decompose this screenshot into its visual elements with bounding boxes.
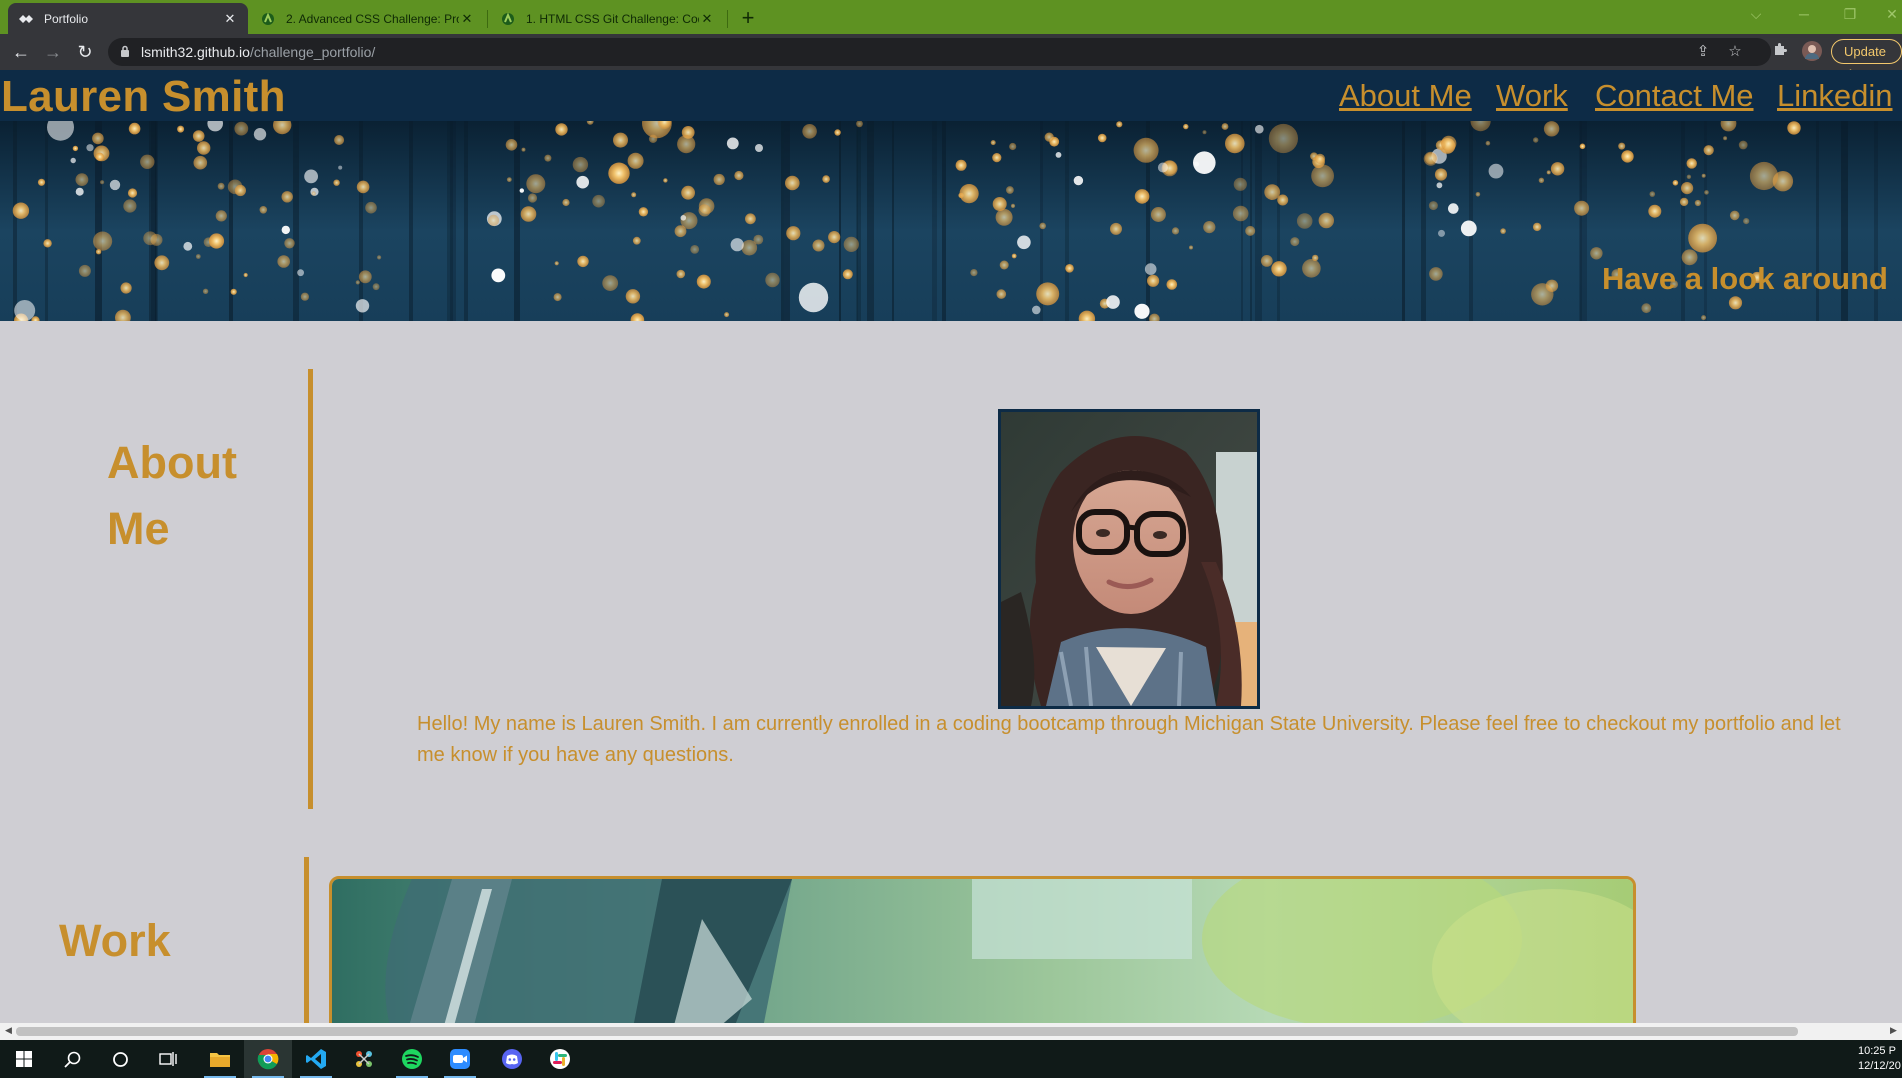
hero-tagline: Have a look around: [1602, 261, 1888, 296]
system-clock[interactable]: 10:25 P 12/12/20: [1858, 1044, 1902, 1074]
lock-icon[interactable]: [120, 45, 130, 63]
clock-time: 10:25 P: [1858, 1045, 1896, 1057]
profile-photo: [998, 409, 1260, 709]
cortana-icon[interactable]: [96, 1040, 144, 1078]
url-path: /challenge_portfolio/: [249, 44, 376, 60]
tab-portfolio[interactable]: Portfolio ✕: [8, 3, 248, 34]
update-button[interactable]: Update ⋮: [1831, 39, 1902, 82]
chrome-icon[interactable]: [244, 1040, 292, 1078]
nav-link-contact-me[interactable]: Contact Me: [1595, 78, 1754, 114]
work-heading: Work: [59, 915, 171, 966]
discord-icon[interactable]: [488, 1040, 536, 1078]
windows-start-icon[interactable]: [0, 1040, 48, 1078]
back-arrow-icon[interactable]: ←: [9, 40, 33, 64]
task-view-icon[interactable]: [144, 1040, 192, 1078]
github-favicon-icon: [18, 11, 34, 27]
search-icon[interactable]: [48, 1040, 96, 1078]
share-icon[interactable]: ⇪: [1692, 41, 1714, 63]
tab-divider: [487, 10, 488, 28]
close-tab-icon[interactable]: ✕: [459, 11, 475, 27]
restore-icon[interactable]: ❐: [1830, 0, 1870, 30]
about-divider-bar: [308, 369, 313, 809]
vscode-icon[interactable]: [292, 1040, 340, 1078]
bootcamp-favicon-icon: [260, 11, 276, 27]
clock-date: 12/12/20: [1858, 1060, 1901, 1072]
extensions-puzzle-icon[interactable]: [1769, 41, 1791, 63]
forward-arrow-icon[interactable]: →: [41, 40, 65, 64]
horizontal-scrollbar[interactable]: ◀ ▶: [0, 1023, 1902, 1040]
scrollbar-thumb[interactable]: [16, 1027, 1798, 1036]
url-text[interactable]: lsmith32.github.io/challenge_portfolio/: [141, 44, 375, 60]
scroll-right-arrow-icon[interactable]: ▶: [1890, 1025, 1897, 1036]
tab-title: 1. HTML CSS Git Challenge: Code: [526, 11, 699, 26]
tab-divider: [727, 10, 728, 28]
slack-icon[interactable]: [536, 1040, 584, 1078]
site-header: Lauren Smith About Me Work Contact Me Li…: [0, 70, 1902, 121]
update-label: Update: [1844, 44, 1886, 59]
windows-taskbar: 10:25 P 12/12/20: [0, 1040, 1902, 1078]
profile-avatar-icon[interactable]: [1801, 41, 1823, 63]
address-bar[interactable]: lsmith32.github.io/challenge_portfolio/ …: [108, 38, 1771, 66]
zoom-icon[interactable]: [436, 1040, 484, 1078]
file-explorer-icon[interactable]: [196, 1040, 244, 1078]
nav-link-work[interactable]: Work: [1496, 78, 1568, 114]
reload-icon[interactable]: ↻: [73, 40, 97, 64]
about-heading-line: About: [107, 437, 237, 488]
nav-link-about-me[interactable]: About Me: [1339, 78, 1472, 114]
tab-advanced-css[interactable]: 2. Advanced CSS Challenge: Profi ✕: [250, 3, 485, 34]
git-icon[interactable]: [340, 1040, 388, 1078]
bookmark-star-icon[interactable]: ☆: [1724, 41, 1746, 63]
new-tab-plus-icon[interactable]: +: [735, 5, 761, 31]
minimize-icon[interactable]: ─: [1784, 0, 1824, 30]
hero-banner: Have a look around: [0, 121, 1902, 321]
scroll-left-arrow-icon[interactable]: ◀: [5, 1025, 12, 1036]
work-project-image: [332, 879, 1633, 1033]
work-divider-bar: [304, 857, 309, 1027]
close-window-icon[interactable]: ✕: [1872, 0, 1902, 30]
work-project-card[interactable]: [329, 876, 1636, 1036]
tab-html-css-git[interactable]: 1. HTML CSS Git Challenge: Code ✕: [490, 3, 725, 34]
about-heading: About Me: [107, 430, 237, 562]
tab-title: 2. Advanced CSS Challenge: Profi: [286, 11, 459, 26]
site-title: Lauren Smith: [1, 72, 286, 121]
close-tab-icon[interactable]: ✕: [699, 11, 715, 27]
bootcamp-favicon-icon: [500, 11, 516, 27]
browser-toolbar: ← → ↻ lsmith32.github.io/challenge_portf…: [0, 34, 1902, 82]
url-host: lsmith32.github.io: [141, 44, 250, 60]
tab-title: Portfolio: [44, 11, 89, 26]
spotify-icon[interactable]: [388, 1040, 436, 1078]
about-paragraph: Hello! My name is Lauren Smith. I am cur…: [417, 713, 1841, 766]
about-heading-line: Me: [107, 503, 170, 554]
nav-link-linkedin[interactable]: Linkedin: [1777, 78, 1892, 114]
browser-tab-strip: Portfolio ✕ 2. Advanced CSS Challenge: P…: [0, 0, 1902, 34]
tab-search-chevron-icon[interactable]: ⌵: [1736, 0, 1776, 30]
close-tab-icon[interactable]: ✕: [222, 11, 238, 27]
